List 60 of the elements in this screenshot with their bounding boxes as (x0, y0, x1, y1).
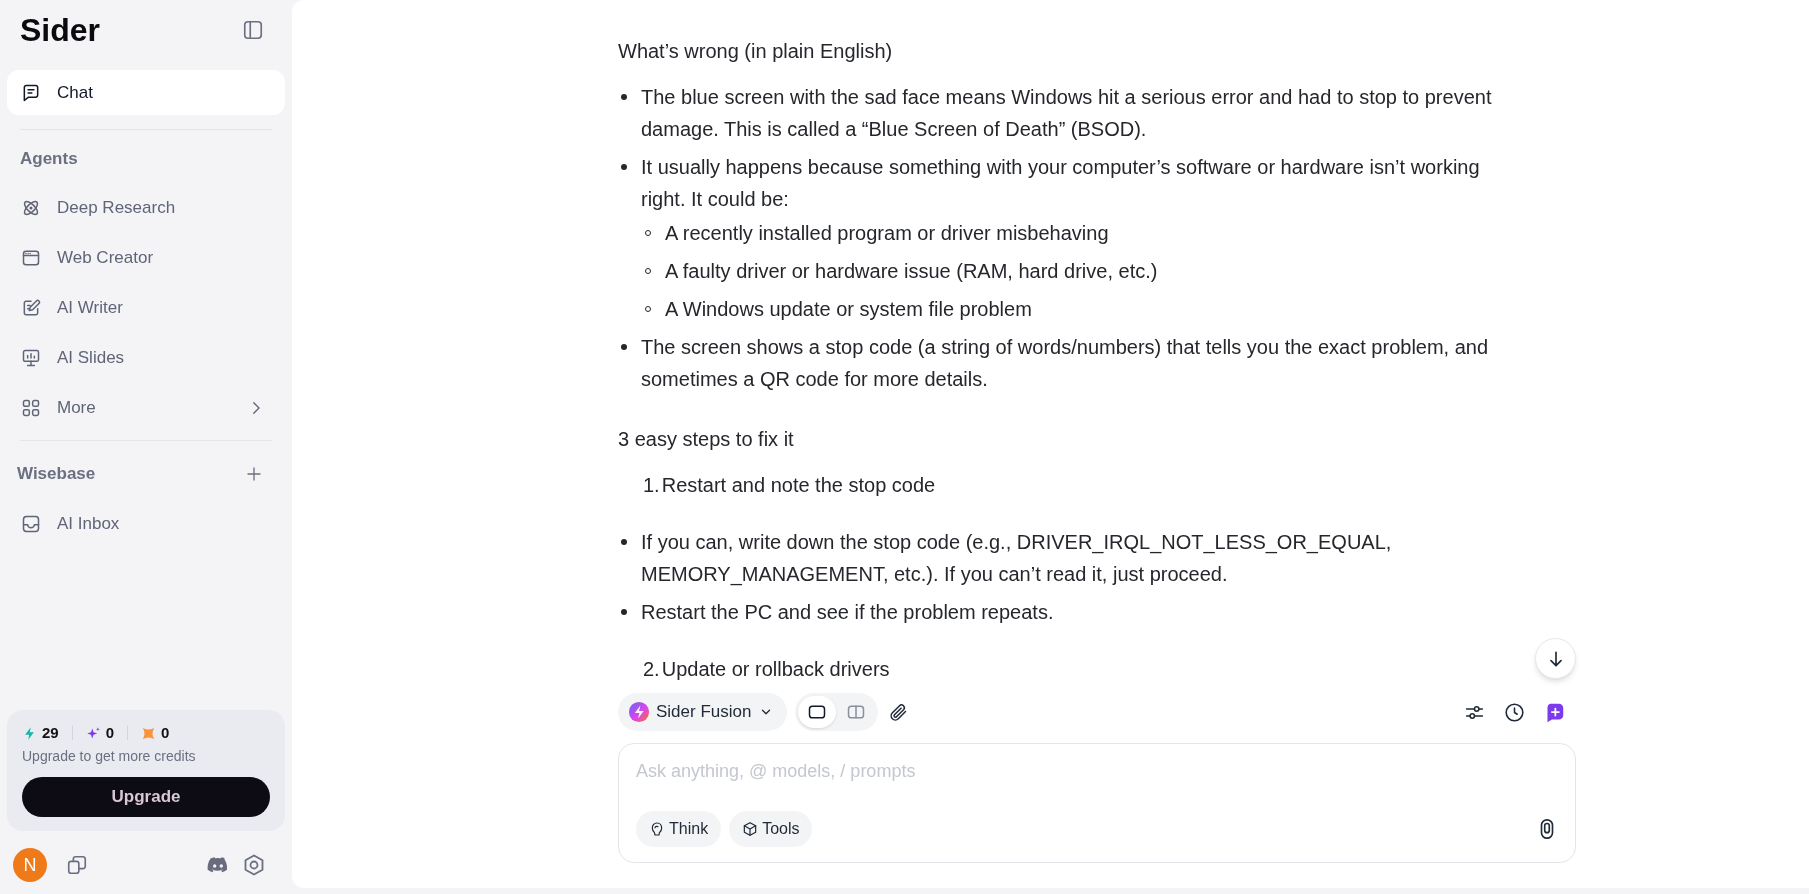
plus-icon[interactable] (245, 465, 263, 483)
think-button[interactable]: Think (636, 811, 722, 847)
model-logo-icon (628, 701, 650, 723)
list-item-text: It usually happens because something with your computer’s software or hardware isn’t working right. It could be: (641, 155, 1481, 212)
credits-note: Upgrade to get more credits (22, 747, 197, 765)
sidebar-item[interactable]: AI Inbox (7, 500, 285, 548)
cube-icon (742, 821, 759, 837)
browser-window-icon (21, 248, 41, 268)
list-item-text: Restart the PC and see if the problem repeats. (641, 600, 1055, 625)
sidebar-toggle-icon[interactable] (242, 19, 264, 41)
sidebar-item[interactable]: Web Creator (7, 234, 285, 282)
credit-count: 29 (42, 722, 59, 743)
sidebar-item[interactable]: More (7, 384, 285, 432)
settings-icon[interactable] (242, 853, 266, 877)
list-item-text: A Windows update or system file problem (665, 297, 1033, 322)
sidebar-item[interactable]: AI Slides (7, 334, 285, 382)
model-selector[interactable]: Sider Fusion (618, 693, 788, 731)
bullet-icon (621, 94, 627, 100)
clock-icon[interactable] (1504, 701, 1525, 723)
credit-count: 0 (161, 722, 170, 743)
presentation-icon (21, 348, 41, 368)
inbox-icon (21, 514, 41, 534)
edit-icon (21, 298, 41, 318)
sidebar-item[interactable]: Deep Research (7, 184, 285, 232)
bullet-icon (621, 344, 627, 350)
bullet-icon (621, 539, 627, 545)
message-paragraph: What’s wrong (in plain English) (618, 39, 894, 64)
lightning-icon (22, 725, 37, 741)
sparkle-icon (85, 725, 101, 741)
list-item-text: Restart and note the stop code (661, 473, 937, 498)
section-heading: Wisebase (17, 463, 96, 486)
list-item-text: A recently installed program or driver misbehaving (665, 221, 1110, 246)
paperclip-icon[interactable] (888, 702, 909, 722)
list-item-text: The screen shows a stop code (a string of words/numbers) that tells you the exact problem, and sometimes a QR code for more details. (641, 335, 1490, 392)
bullet-icon (621, 609, 627, 615)
tools-button[interactable]: Tools (729, 811, 813, 847)
scroll-down-button[interactable] (1535, 638, 1576, 679)
list-item-text: Update or rollback drivers (661, 657, 891, 682)
list-item-text: A faulty driver or hardware issue (RAM, hard drive, etc.) (665, 259, 1159, 284)
credit-count: 0 (105, 722, 115, 743)
list-number: 1. (643, 473, 660, 498)
sidebar-item[interactable]: AI Writer (7, 284, 285, 332)
split-pane-icon (846, 702, 867, 722)
view-mode-button[interactable] (798, 696, 837, 728)
atom-icon (21, 198, 41, 218)
section-heading: Agents (19, 148, 79, 171)
lightbulb-icon (649, 821, 665, 837)
bullet-icon (621, 164, 627, 170)
message-input[interactable]: Ask anything, @ models, / prompts (636, 758, 1558, 784)
upgrade-button[interactable]: Upgrade (22, 777, 270, 817)
app-name: Sider (20, 14, 101, 46)
sidebar-item[interactable]: Chat (7, 70, 285, 115)
chat-icon (21, 82, 41, 103)
list-item-text: If you can, write down the stop code (e.g., DRIVER_IRQL_NOT_LESS_OR_EQUAL, MEMORY_MANAGEMENT, etc.). If you can’t read it, just proceed. (641, 530, 1393, 588)
copy-icon[interactable] (66, 854, 88, 876)
grid-icon (21, 398, 41, 418)
list-item-text: The blue screen with the sad face means Windows hit a serious error and had to stop to prevent damage. This is called a “Blue Screen of Death” (BSOD). (641, 85, 1493, 142)
list-number: 2. (643, 657, 660, 682)
single-pane-icon (807, 702, 828, 722)
message-paragraph: 3 easy steps to fix it (618, 427, 795, 452)
